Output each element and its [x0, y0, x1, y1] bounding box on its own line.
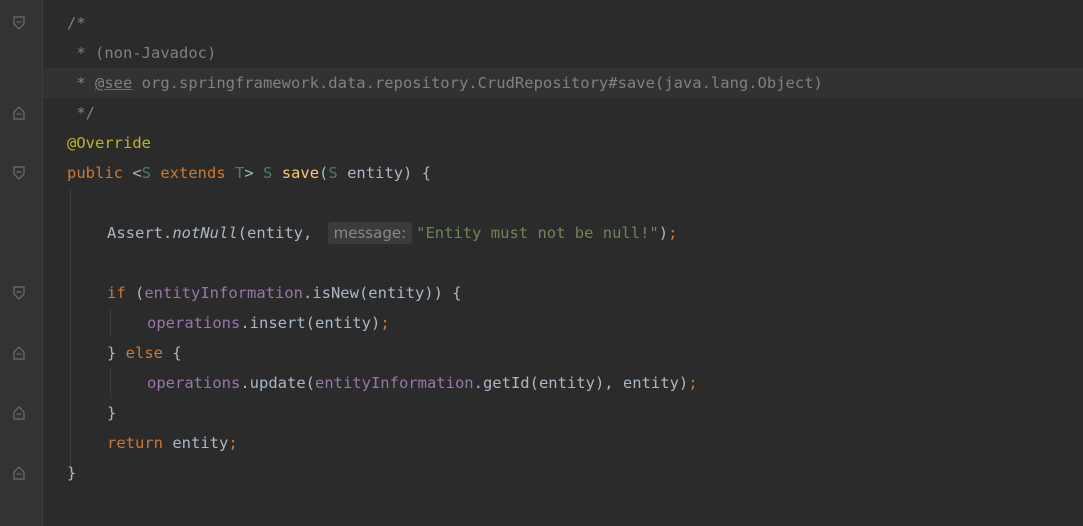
- comment-text: * (non-Javadoc): [67, 44, 217, 62]
- code-line: operations.update(entityInformation.getI…: [147, 368, 698, 398]
- keyword-if: if: [107, 284, 126, 302]
- fold-open-icon[interactable]: [12, 16, 26, 30]
- method-notnull[interactable]: notNull: [172, 224, 237, 242]
- fold-open-icon[interactable]: [12, 166, 26, 180]
- semicolon: ;: [688, 374, 698, 392]
- keyword-public: public: [67, 164, 123, 182]
- type-param-t[interactable]: T: [235, 164, 244, 182]
- return-type-s[interactable]: S: [263, 164, 272, 182]
- field-operations[interactable]: operations: [147, 314, 240, 332]
- keyword-extends: extends: [151, 164, 236, 182]
- editor-gutter: [0, 0, 42, 526]
- code-editor[interactable]: /* * (non-Javadoc) * @see org.springfram…: [43, 0, 1083, 526]
- indent-guide: [110, 308, 111, 338]
- code-line: return entity;: [107, 428, 238, 458]
- field-operations[interactable]: operations: [147, 374, 240, 392]
- field-entity-information[interactable]: entityInformation: [144, 284, 303, 302]
- keyword-return: return: [107, 434, 163, 452]
- keyword-else: else: [125, 344, 163, 362]
- indent-guide: [70, 188, 71, 478]
- type-param-s[interactable]: S: [142, 164, 151, 182]
- param-type-s[interactable]: S: [328, 164, 337, 182]
- method-call-isnew[interactable]: .isNew(entity)) {: [303, 284, 462, 302]
- method-call-getid[interactable]: .getId(entity), entity): [474, 374, 689, 392]
- fold-close-icon[interactable]: [12, 346, 26, 360]
- javadoc-see-tag: @see: [95, 74, 133, 92]
- override-annotation[interactable]: @Override: [67, 134, 151, 152]
- code-line: /*: [67, 8, 86, 38]
- punctuation: [272, 164, 281, 182]
- brace: {: [163, 344, 182, 362]
- field-entity-information[interactable]: entityInformation: [315, 374, 474, 392]
- code-line: * (non-Javadoc): [67, 38, 216, 68]
- code-line: public <S extends T> S save(S entity) {: [67, 158, 431, 188]
- code-line: */: [67, 98, 95, 128]
- punctuation: (: [125, 284, 145, 302]
- code-line: * @see org.springframework.data.reposito…: [67, 68, 823, 98]
- brace: }: [67, 464, 77, 482]
- punctuation: <: [123, 164, 142, 182]
- code-line: if (entityInformation.isNew(entity)) {: [107, 278, 462, 308]
- semicolon: ;: [380, 314, 390, 332]
- comment-text: */: [67, 104, 95, 122]
- semicolon: ;: [228, 434, 238, 452]
- code-line: @Override: [67, 128, 151, 158]
- punctuation: ): [658, 224, 669, 242]
- code-line: }: [107, 398, 116, 428]
- brace: }: [107, 404, 117, 422]
- brace: }: [107, 344, 126, 362]
- class-assert[interactable]: Assert.: [107, 224, 172, 242]
- method-name-save[interactable]: save: [282, 164, 319, 182]
- code-line: }: [67, 458, 76, 488]
- method-call-insert[interactable]: .insert(entity): [240, 314, 380, 332]
- punctuation: (: [319, 164, 329, 182]
- comment-text: *: [67, 74, 95, 92]
- fold-close-icon[interactable]: [12, 406, 26, 420]
- parameter-hint-message: message:: [327, 222, 413, 244]
- method-call-update[interactable]: .update(: [240, 374, 315, 392]
- comment-text: /*: [67, 14, 86, 32]
- code-line: operations.insert(entity);: [147, 308, 390, 338]
- fold-open-icon[interactable]: [12, 286, 26, 300]
- fold-close-icon[interactable]: [12, 106, 26, 120]
- return-value: entity: [163, 434, 229, 452]
- fold-close-icon[interactable]: [12, 466, 26, 480]
- indent-guide: [110, 368, 111, 398]
- code-line: } else {: [107, 338, 182, 368]
- parameter-entity: entity) {: [337, 164, 432, 182]
- call-args: (entity,: [237, 224, 322, 242]
- string-literal: "Entity must not be null!": [416, 224, 659, 242]
- punctuation: >: [244, 164, 264, 182]
- code-line: Assert.notNull(entity, message: "Entity m…: [107, 218, 677, 248]
- javadoc-see-reference[interactable]: org.springframework.data.repository.Crud…: [132, 74, 823, 92]
- semicolon: ;: [668, 224, 678, 242]
